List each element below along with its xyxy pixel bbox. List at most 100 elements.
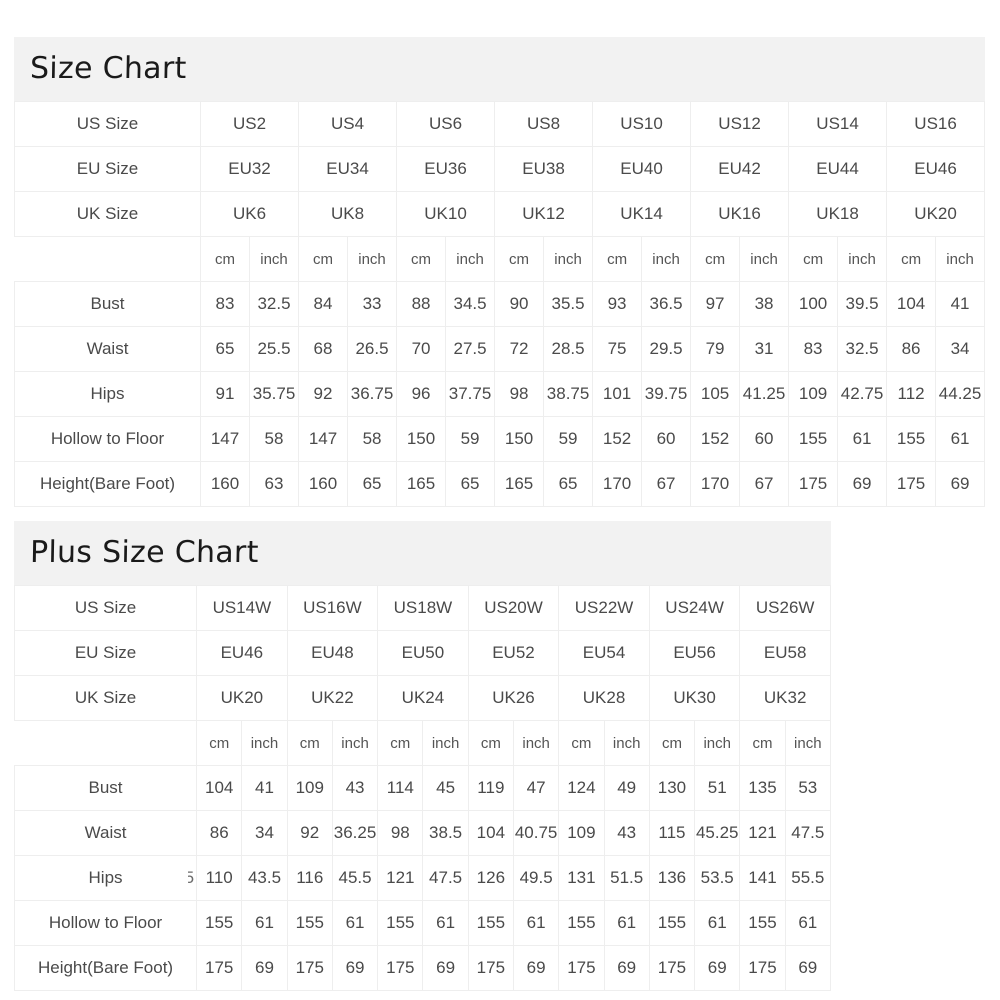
measurement-value: 124 [558, 765, 605, 811]
measurement-value: 69 [512, 945, 560, 991]
measurement-value: 49.5 [512, 855, 560, 901]
measurement-value: 98 [377, 810, 424, 856]
measurement-value: 28.5 [543, 326, 594, 372]
measurement-value: 97 [690, 281, 741, 327]
measurement-value: 160 [298, 461, 349, 507]
measurement-value: 104 [196, 765, 243, 811]
measurement-value: 131 [558, 855, 605, 901]
measurement-value: 69 [241, 945, 288, 991]
measurement-value: 69 [837, 461, 888, 507]
size-chart-document: Size Chart US Size US2 US4 US6 US8 US10 … [0, 0, 1000, 1000]
size-value: US12 [690, 101, 790, 147]
row-label-us-size: US Size [14, 101, 201, 147]
unit-label: cm [396, 236, 447, 282]
unit-label: cm [558, 720, 605, 766]
measurement-value: 53.5 [694, 855, 741, 901]
measurement-value: 58 [347, 416, 398, 462]
table-row: cm inch cm inch cm inch cm inch cm inch cm inch cm in… [14, 236, 986, 282]
measurement-value: 68 [298, 326, 349, 372]
row-label-hollow-to-floor: Hollow to Floor [13, 900, 198, 946]
table-row: EU Size EU32 EU34 EU36 EU38 EU40 EU42 EU… [14, 146, 986, 192]
size-value: US14 [788, 101, 888, 147]
measurement-value: 41 [935, 281, 986, 327]
measurement-value: 29.5 [641, 326, 692, 372]
size-value: EU36 [396, 146, 496, 192]
row-label-waist: Waist [14, 326, 201, 372]
size-value: US10 [592, 101, 692, 147]
measurement-value: 59 [445, 416, 496, 462]
measurement-value: 155 [788, 416, 839, 462]
measurement-value: 150 [396, 416, 447, 462]
measurement-value: 105 [690, 371, 741, 417]
measurement-value: 104 [886, 281, 937, 327]
measurement-value: 175 [886, 461, 937, 507]
measurement-value: 155 [467, 900, 514, 946]
size-chart-title-bar: Size Chart [14, 37, 985, 101]
unit-label: cm [788, 236, 839, 282]
size-value: US16 [886, 101, 986, 147]
table-row: US Size US2 US4 US6 US8 US10 US12 US14 U… [14, 101, 986, 147]
size-value: US14W [196, 585, 288, 631]
measurement-value: 32.5 [248, 281, 300, 327]
row-label-eu-size: EU Size [14, 146, 201, 192]
measurement-value: 39.5 [837, 281, 888, 327]
unit-label: inch [241, 720, 288, 766]
measurement-value: 42.75 [837, 371, 888, 417]
measurement-value: 41 [241, 765, 288, 811]
size-value: UK28 [558, 675, 650, 721]
measurement-value: 61 [935, 416, 986, 462]
size-value: US18W [377, 585, 469, 631]
measurement-value: 170 [690, 461, 741, 507]
unit-label: inch [512, 720, 560, 766]
size-value: US26W [739, 585, 831, 631]
measurement-value: 109 [788, 371, 839, 417]
measurement-value: 38.75 [543, 371, 594, 417]
measurement-value: 175 [377, 945, 424, 991]
measurement-value: 34 [241, 810, 288, 856]
measurement-value: 53 [784, 765, 832, 811]
row-label-empty [14, 236, 201, 282]
measurement-value: 165 [494, 461, 545, 507]
measurement-value: 84 [298, 281, 349, 327]
size-value: US6 [396, 101, 496, 147]
size-value: UK16 [690, 191, 790, 237]
measurement-value: 34 [935, 326, 986, 372]
size-value: UK30 [648, 675, 741, 721]
measurement-value: 51.5 [603, 855, 650, 901]
measurement-value: 100 [788, 281, 839, 327]
measurement-value: 70 [396, 326, 447, 372]
measurement-value: 101 [592, 371, 643, 417]
measurement-value: 115 [648, 810, 696, 856]
plus-size-chart-body: US Size US14W US16W US18W US20W US22W US… [13, 585, 832, 991]
measurement-value: 155 [648, 900, 696, 946]
row-label-bust: Bust [14, 281, 201, 327]
unit-label: cm [648, 720, 696, 766]
measurement-value: 150 [494, 416, 545, 462]
measurement-value: 36.25 [331, 810, 379, 856]
measurement-value: 60 [739, 416, 790, 462]
measurement-value: 155 [558, 900, 605, 946]
measurement-value: 63 [248, 461, 300, 507]
unit-label: cm [298, 236, 349, 282]
measurement-value: 86 [196, 810, 243, 856]
measurement-value: 69 [784, 945, 832, 991]
measurement-value: 104 [467, 810, 514, 856]
measurement-value: 40.75 [512, 810, 560, 856]
unit-label: inch [784, 720, 832, 766]
measurement-value: 126 [467, 855, 514, 901]
unit-label: inch [641, 236, 692, 282]
measurement-value: 83 [200, 281, 250, 327]
clipped-glyph-artifact: 5 [188, 868, 194, 888]
size-value: UK12 [494, 191, 594, 237]
unit-label: cm [592, 236, 643, 282]
row-label-eu-size: EU Size [13, 630, 198, 676]
unit-label: inch [445, 236, 496, 282]
row-label-height-bare-foot: Height(Bare Foot) [13, 945, 198, 991]
measurement-value: 109 [286, 765, 333, 811]
measurement-value: 136 [648, 855, 696, 901]
unit-label: cm [739, 720, 786, 766]
measurement-value: 61 [603, 900, 650, 946]
table-row: Bust 83 32.5 84 33 88 34.5 90 35.5 93 36.5 97 38 100 3… [14, 281, 986, 327]
size-value: UK26 [467, 675, 560, 721]
table-row: Bust 104 41 109 43 114 45 119 47 124 49 130 51 135 53 [13, 765, 832, 811]
